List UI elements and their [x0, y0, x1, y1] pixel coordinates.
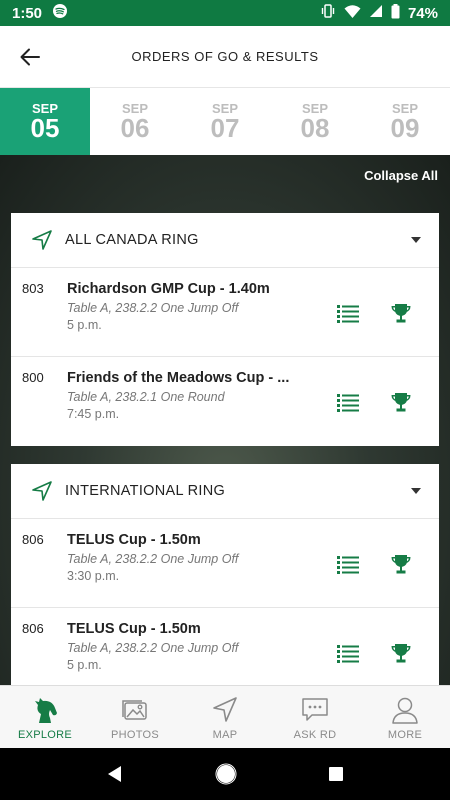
status-time: 1:50	[12, 4, 43, 22]
event-number: 800	[22, 370, 44, 385]
back-button[interactable]	[0, 26, 60, 88]
date-day: 07	[210, 113, 240, 143]
order-of-go-list-icon[interactable]	[337, 555, 359, 575]
chat-icon	[302, 698, 328, 721]
back-triangle-icon[interactable]	[106, 765, 124, 783]
event-name: Friends of the Meadows Cup - ...	[67, 370, 290, 386]
event-time: 3:30 p.m.	[67, 569, 120, 583]
event-spec: Table A, 238.2.2 One Jump Off	[67, 641, 239, 655]
event-row[interactable]: 803 Richardson GMP Cup - 1.40m Table A, …	[11, 268, 439, 357]
collapse-all-button[interactable]: Collapse All	[364, 168, 438, 183]
event-spec: Table A, 238.2.2 One Jump Off	[67, 301, 239, 315]
date-day: 08	[300, 113, 330, 143]
nav-explore[interactable]: EXPLORE	[0, 686, 90, 749]
event-row[interactable]: 800 Friends of the Meadows Cup - ... Tab…	[11, 357, 439, 446]
event-row[interactable]: 806 TELUS Cup - 1.50m Table A, 238.2.2 O…	[11, 519, 439, 608]
event-number: 806	[22, 532, 44, 547]
event-time: 7:45 p.m.	[67, 407, 120, 421]
person-icon	[392, 697, 418, 724]
results-trophy-icon[interactable]	[390, 302, 412, 324]
nav-label: MORE	[387, 729, 423, 741]
ring-name: ALL CANADA RING	[65, 232, 199, 248]
bottom-nav: EXPLORE PHOTOS MAP ASK RD MORE	[0, 685, 450, 748]
status-bar: 1:50 74%	[0, 0, 450, 26]
event-spec: Table A, 238.2.1 One Round	[67, 390, 225, 404]
page-title: ORDERS OF GO & RESULTS	[131, 49, 319, 64]
photos-icon	[122, 700, 147, 720]
event-time: 5 p.m.	[67, 318, 102, 332]
event-name: TELUS Cup - 1.50m	[67, 532, 201, 548]
nav-photos[interactable]: PHOTOS	[90, 686, 180, 749]
vibrate-icon	[320, 3, 336, 23]
ring-card: INTERNATIONAL RING 806 TELUS Cup - 1.50m…	[11, 464, 439, 685]
event-row[interactable]: 806 TELUS Cup - 1.50m Table A, 238.2.2 O…	[11, 608, 439, 685]
nav-ask-rd[interactable]: ASK RD	[270, 686, 360, 749]
app-bar: ORDERS OF GO & RESULTS	[0, 26, 450, 88]
nav-map[interactable]: MAP	[180, 686, 270, 749]
ring-header[interactable]: ALL CANADA RING	[11, 213, 439, 268]
arrow-left-icon	[20, 48, 40, 65]
date-tab-sep-06[interactable]: SEP 06	[90, 88, 180, 155]
battery-icon	[391, 3, 400, 23]
date-tabs: SEP 05 SEP 06 SEP 07 SEP 08 SEP 09	[0, 88, 450, 155]
horse-icon	[35, 698, 57, 723]
ring-card: ALL CANADA RING 803 Richardson GMP Cup -…	[11, 213, 439, 446]
nav-more[interactable]: MORE	[360, 686, 450, 749]
event-name: TELUS Cup - 1.50m	[67, 621, 201, 637]
system-nav-bar	[0, 748, 450, 800]
ring-header[interactable]: INTERNATIONAL RING	[11, 464, 439, 519]
content-area[interactable]: Collapse All ALL CANADA RING 803 Richard…	[0, 155, 450, 685]
event-name: Richardson GMP Cup - 1.40m	[67, 281, 270, 297]
recents-square-icon[interactable]	[328, 766, 344, 782]
caret-down-icon[interactable]	[411, 237, 421, 243]
results-trophy-icon[interactable]	[390, 553, 412, 575]
event-number: 803	[22, 281, 44, 296]
results-trophy-icon[interactable]	[390, 642, 412, 664]
date-tab-sep-08[interactable]: SEP 08	[270, 88, 360, 155]
event-spec: Table A, 238.2.2 One Jump Off	[67, 552, 239, 566]
nav-label: PHOTOS	[110, 729, 160, 741]
event-number: 806	[22, 621, 44, 636]
signal-icon	[369, 4, 383, 22]
map-icon	[213, 697, 237, 722]
wifi-icon	[344, 4, 361, 23]
ring-name: INTERNATIONAL RING	[65, 483, 226, 499]
spotify-icon	[52, 3, 68, 23]
battery-percent: 74%	[407, 4, 438, 22]
home-circle-icon[interactable]	[215, 763, 237, 785]
order-of-go-list-icon[interactable]	[337, 393, 359, 413]
event-time: 5 p.m.	[67, 658, 102, 672]
date-day: 06	[120, 113, 150, 143]
date-day: 05	[30, 113, 60, 143]
navigation-arrow-icon	[32, 481, 52, 501]
nav-label: MAP	[212, 729, 238, 741]
order-of-go-list-icon[interactable]	[337, 644, 359, 664]
nav-label: ASK RD	[293, 729, 337, 741]
date-tab-sep-05[interactable]: SEP 05	[0, 88, 90, 155]
nav-label: EXPLORE	[17, 729, 73, 741]
order-of-go-list-icon[interactable]	[337, 304, 359, 324]
date-day: 09	[390, 113, 420, 143]
results-trophy-icon[interactable]	[390, 391, 412, 413]
navigation-arrow-icon	[32, 230, 52, 250]
date-tab-sep-07[interactable]: SEP 07	[180, 88, 270, 155]
date-tab-sep-09[interactable]: SEP 09	[360, 88, 450, 155]
caret-down-icon[interactable]	[411, 488, 421, 494]
